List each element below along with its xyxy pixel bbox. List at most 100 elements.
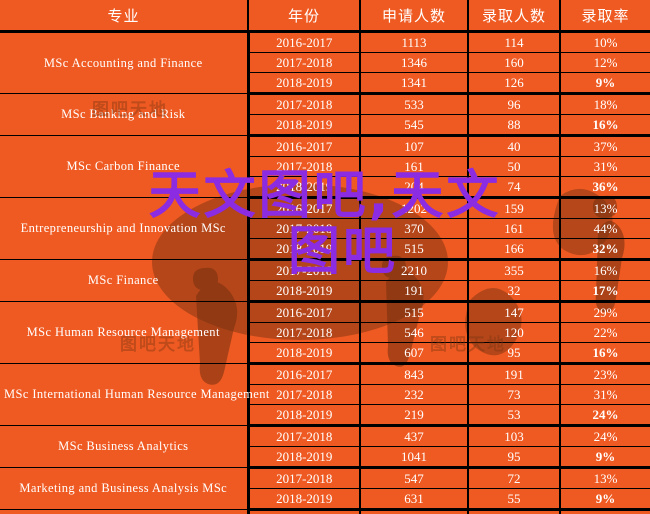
admissions-cell: 160 <box>468 52 561 73</box>
admissions-cell: 32 <box>468 280 561 303</box>
admissions-cell: 95 <box>468 342 561 365</box>
year-cell: 2017-2018 <box>248 156 361 177</box>
admissions-cell: 120 <box>468 322 561 343</box>
admissions-cell: 114 <box>468 31 561 53</box>
admissions-cell: 74 <box>468 509 561 514</box>
applications-cell: 107 <box>360 135 469 157</box>
rate-cell: 16% <box>560 114 650 137</box>
year-cell: 2018-2019 <box>248 176 361 199</box>
applications-cell: 533 <box>360 93 469 115</box>
year-cell: 2016-2017 <box>248 363 361 385</box>
admissions-cell: 53 <box>468 404 561 427</box>
rate-cell: 18% <box>560 93 650 115</box>
rate-cell: 24% <box>560 425 650 447</box>
applications-cell: 453 <box>360 509 469 514</box>
applications-cell: 370 <box>360 218 469 239</box>
year-cell: 2017-2018 <box>248 467 361 489</box>
program-name-cell: Marketing and Business Analysis MSc <box>0 467 250 510</box>
table-row: MSc International Human Resource Managem… <box>0 363 650 426</box>
applications-cell: 607 <box>360 342 469 365</box>
admissions-cell: 103 <box>468 425 561 447</box>
year-cell: 2018-2019 <box>248 488 361 511</box>
rate-cell: 17% <box>560 280 650 303</box>
rate-cell: 13% <box>560 467 650 489</box>
admissions-cell: 74 <box>468 176 561 199</box>
year-cell: 2018-2019 <box>248 342 361 365</box>
rate-cell: 29% <box>560 301 650 323</box>
applications-cell: 219 <box>360 404 469 427</box>
admissions-cell: 126 <box>468 72 561 95</box>
column-header-admissions: 录取人数 <box>468 0 561 33</box>
year-cell: 2017-2018 <box>248 52 361 73</box>
admissions-cell: 355 <box>468 259 561 281</box>
applications-cell: 1113 <box>360 31 469 53</box>
admissions-cell: 191 <box>468 363 561 385</box>
year-cell: 2016-2017 <box>248 135 361 157</box>
applications-cell: 232 <box>360 384 469 405</box>
rate-cell: 12% <box>560 52 650 73</box>
program-name-cell: MSc Business Analytics <box>0 425 250 468</box>
applications-cell: 545 <box>360 114 469 137</box>
rate-cell: 16% <box>560 342 650 365</box>
table-body: MSc Accounting and Finance 2016-2017 1113 1… <box>0 31 650 514</box>
rate-cell: 31% <box>560 384 650 405</box>
table-row: MSc Finance 2017-2018 2210 355 16% <box>0 259 650 302</box>
table-row: MSc Human Resource Management 2016-2017 51… <box>0 301 650 364</box>
admissions-cell: 147 <box>468 301 561 323</box>
applications-cell: 191 <box>360 280 469 303</box>
applications-cell: 546 <box>360 322 469 343</box>
table-header: 专业 年份 申请人数 录取人数 录取率 <box>0 0 650 33</box>
column-header-rate: 录取率 <box>560 0 650 33</box>
table-row: Entrepreneurship and Innovation MSc 2016-… <box>0 197 650 260</box>
year-cell: 2017-2018 <box>248 93 361 115</box>
column-header-program: 专业 <box>0 0 249 33</box>
applications-cell: 161 <box>360 156 469 177</box>
header-row: 专业 年份 申请人数 录取人数 录取率 <box>0 0 650 33</box>
admissions-cell: 73 <box>468 384 561 405</box>
admissions-cell: 55 <box>468 488 561 511</box>
admissions-table: 专业 年份 申请人数 录取人数 录取率 MSc Accounting and F… <box>0 0 650 514</box>
rate-cell: 16% <box>560 259 650 281</box>
rate-cell: 31% <box>560 156 650 177</box>
year-cell: 2018-2019 <box>248 404 361 427</box>
year-cell: 2016-2017 <box>248 31 361 53</box>
program-name-cell: MSc Human Resource Management <box>0 301 250 364</box>
year-cell: 2017-2018 <box>248 218 361 239</box>
program-name-cell: MSc Marketing <box>0 509 250 514</box>
rate-cell: 23% <box>560 363 650 385</box>
applications-cell: 1041 <box>360 446 469 469</box>
column-header-year: 年份 <box>248 0 361 33</box>
table-row: Marketing and Business Analysis MSc 2017-… <box>0 467 650 510</box>
admissions-cell: 161 <box>468 218 561 239</box>
program-name-cell: MSc Finance <box>0 259 250 302</box>
admissions-cell: 40 <box>468 135 561 157</box>
table-row: MSc Business Analytics 2017-2018 437 103 24% <box>0 425 650 468</box>
year-cell: 2018-2019 <box>248 72 361 95</box>
table-row: MSc Carbon Finance 2016-2017 107 40 37% <box>0 135 650 198</box>
rate-cell: 32% <box>560 238 650 261</box>
table-row: MSc Accounting and Finance 2016-2017 1113 1… <box>0 31 650 94</box>
applications-cell: 515 <box>360 301 469 323</box>
rate-cell: 37% <box>560 135 650 157</box>
program-name-cell: MSc Carbon Finance <box>0 135 250 198</box>
year-cell: 2018-2019 <box>248 280 361 303</box>
year-cell: 2016-2017 <box>248 197 361 219</box>
admissions-cell: 88 <box>468 114 561 137</box>
program-name-cell: MSc Banking and Risk <box>0 93 250 136</box>
year-cell: 2017-2018 <box>248 425 361 447</box>
applications-cell: 1341 <box>360 72 469 95</box>
year-cell: 2016-2017 <box>248 301 361 323</box>
program-name-cell: MSc Accounting and Finance <box>0 31 250 94</box>
rate-cell: 10% <box>560 31 650 53</box>
applications-cell: 843 <box>360 363 469 385</box>
rate-cell: 16% <box>560 509 650 514</box>
admissions-cell: 95 <box>468 446 561 469</box>
year-cell: 2017-2018 <box>248 322 361 343</box>
program-name-cell: MSc International Human Resource Managem… <box>0 363 269 426</box>
table-row: MSc Banking and Risk 2017-2018 533 96 18% <box>0 93 650 136</box>
table-row: MSc Marketing2016-20174537416% <box>0 509 650 514</box>
rate-cell: 22% <box>560 322 650 343</box>
rate-cell: 9% <box>560 446 650 469</box>
rate-cell: 36% <box>560 176 650 199</box>
column-header-applications: 申请人数 <box>360 0 469 33</box>
